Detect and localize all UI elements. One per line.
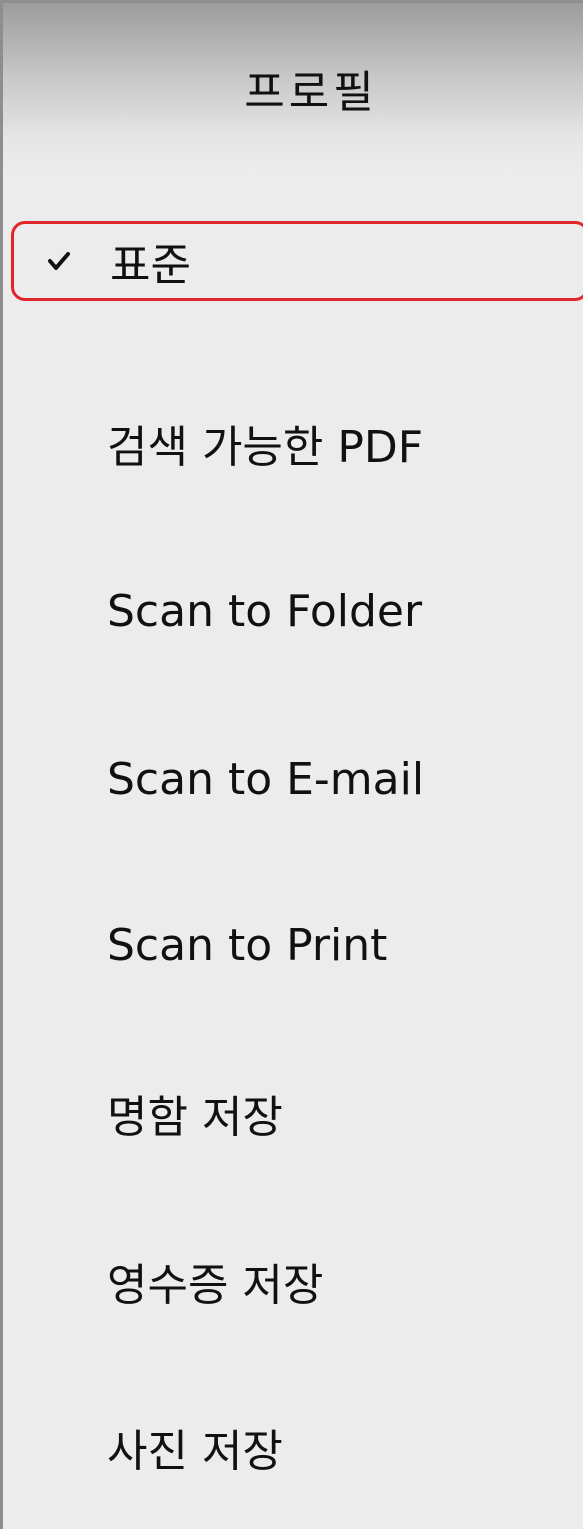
menu-item-label: Scan to Print	[107, 919, 388, 971]
menu-item-searchable-pdf[interactable]: 검색 가능한 PDF	[3, 403, 583, 483]
menu-item-save-photo[interactable]: 사진 저장	[3, 1407, 583, 1487]
menu-item-label: 사진 저장	[107, 1426, 283, 1477]
profile-menu-panel: 프로필 표준 검색 가능한 PDF Scan to Folder Scan to…	[0, 0, 583, 1529]
menu-item-label: Scan to E-mail	[107, 753, 425, 805]
menu-item-scan-to-folder[interactable]: Scan to Folder	[3, 571, 583, 651]
menu-item-label: 표준	[110, 240, 191, 291]
menu-item-scan-to-email[interactable]: Scan to E-mail	[3, 739, 583, 819]
menu-item-label: Scan to Folder	[107, 585, 423, 637]
menu-item-save-business-card[interactable]: 명함 저장	[3, 1073, 583, 1153]
menu-item-label: 명함 저장	[107, 1092, 283, 1143]
menu-item-label: 영수증 저장	[107, 1260, 324, 1311]
checkmark-icon	[46, 248, 72, 274]
menu-header-title: 프로필	[244, 67, 378, 118]
menu-header: 프로필	[3, 3, 583, 173]
menu-item-save-receipt[interactable]: 영수증 저장	[3, 1241, 583, 1321]
menu-item-label: 검색 가능한 PDF	[107, 422, 424, 473]
menu-item-scan-to-print[interactable]: Scan to Print	[3, 905, 583, 985]
menu-item-standard[interactable]: 표준	[11, 221, 583, 301]
